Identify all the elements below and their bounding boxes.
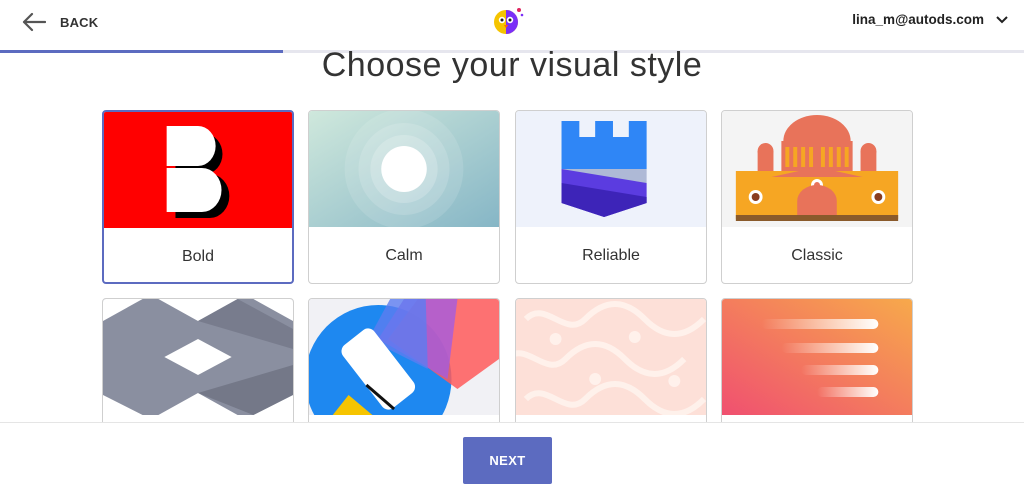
- top-bar: BACK lina_m@autods.com: [0, 0, 1024, 53]
- next-button[interactable]: NEXT: [463, 437, 552, 484]
- back-button[interactable]: BACK: [22, 8, 98, 36]
- user-email: lina_m@autods.com: [852, 12, 984, 27]
- style-card-label: Classic: [791, 247, 843, 264]
- style-card-bold[interactable]: Bold: [102, 110, 294, 284]
- bold-style-illustration: [104, 112, 292, 228]
- style-card-label: Reliable: [582, 247, 640, 264]
- account-menu[interactable]: lina_m@autods.com: [852, 12, 1008, 27]
- style-card-classic[interactable]: Classic: [721, 110, 913, 284]
- style-card-label: Bold: [181, 248, 215, 265]
- style-card-calm[interactable]: Calm: [308, 110, 500, 284]
- style-card-label: Calm: [385, 247, 423, 264]
- style-card-reliable[interactable]: Reliable: [515, 110, 707, 284]
- arrow-left-icon: [22, 12, 46, 32]
- geometric-style-illustration: [103, 299, 293, 415]
- back-label: BACK: [60, 14, 99, 30]
- classic-style-illustration: [722, 111, 912, 227]
- modern-style-illustration: [722, 299, 912, 415]
- page-title: Choose your visual style: [321, 46, 703, 84]
- owl-logo-icon: [494, 8, 524, 34]
- calm-style-illustration: [309, 111, 499, 227]
- footer: NEXT: [0, 422, 1024, 497]
- elegant-style-illustration: [516, 299, 706, 415]
- chevron-down-icon: [996, 15, 1008, 23]
- reliable-style-illustration: [516, 111, 706, 227]
- playful-style-illustration: [309, 299, 499, 415]
